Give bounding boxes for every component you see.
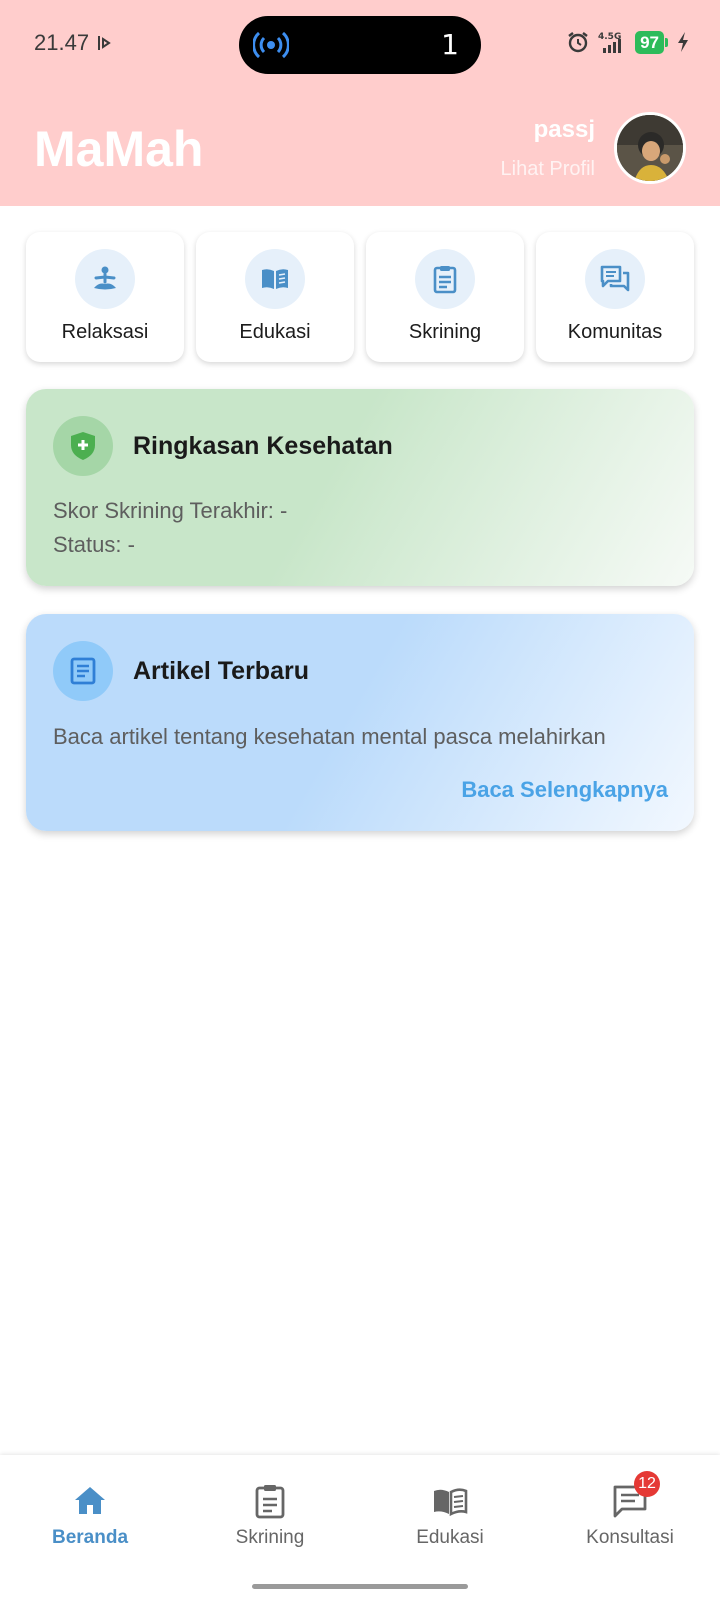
clipboard-icon <box>415 249 475 309</box>
alarm-icon <box>568 32 588 53</box>
notification-badge: 12 <box>634 1471 660 1497</box>
live-count: 1 <box>441 28 459 61</box>
menu-label-skrining: Skrining <box>408 321 482 343</box>
menu-label-edukasi: Edukasi <box>239 321 311 343</box>
app-header: MaMah passj Lihat Profil <box>0 92 720 206</box>
chat-icon: 12 <box>612 1471 660 1519</box>
charging-icon <box>678 32 688 52</box>
menu-card-komunitas[interactable]: Komunitas <box>536 232 694 362</box>
last-screening-score: Skor Skrining Terakhir: - <box>53 498 288 523</box>
status-bar: 21.47 1 4.5G 97 <box>0 0 720 92</box>
status-time-text: 21.47 <box>34 30 90 55</box>
nav-label-edukasi: Edukasi <box>416 1527 484 1548</box>
menu-label-komunitas: Komunitas <box>567 321 663 343</box>
app-title: MaMah <box>34 121 204 177</box>
quick-menu: Relaksasi Edukasi Skrining Komunitas <box>26 232 694 362</box>
book-icon <box>245 249 305 309</box>
health-summary-title: Ringkasan Kesehatan <box>133 432 393 460</box>
clipboard-icon <box>252 1483 288 1519</box>
nav-item-beranda[interactable]: Beranda <box>10 1483 170 1549</box>
latest-article-title: Artikel Terbaru <box>133 657 309 685</box>
menu-card-relaksasi[interactable]: Relaksasi <box>26 232 184 362</box>
nav-item-skrining[interactable]: Skrining <box>190 1483 350 1549</box>
health-summary-card[interactable]: Ringkasan Kesehatan Skor Skrining Terakh… <box>26 389 694 586</box>
read-more-link[interactable]: Baca Selengkapnya <box>461 777 668 803</box>
view-profile-link[interactable]: Lihat Profil <box>501 158 596 181</box>
meditation-icon <box>75 249 135 309</box>
latest-article-card[interactable]: Artikel Terbaru Baca artikel tentang kes… <box>26 614 694 831</box>
menu-label-relaksasi: Relaksasi <box>61 321 149 343</box>
health-status: Status: - <box>53 532 135 557</box>
menu-card-skrining[interactable]: Skrining <box>366 232 524 362</box>
health-shield-icon <box>53 416 113 476</box>
signal-icon: 4.5G <box>598 32 621 53</box>
notification-icon <box>98 36 111 50</box>
nav-item-edukasi[interactable]: Edukasi <box>370 1483 530 1549</box>
status-time: 21.47 <box>34 30 115 56</box>
nav-label-skrining: Skrining <box>235 1527 305 1548</box>
nav-label-beranda: Beranda <box>51 1527 129 1548</box>
book-icon <box>432 1483 468 1519</box>
latest-article-description: Baca artikel tentang kesehatan mental pa… <box>53 724 606 749</box>
nav-label-konsultasi: Konsultasi <box>586 1527 674 1548</box>
battery-indicator: 97 <box>635 30 668 54</box>
avatar[interactable] <box>614 112 686 184</box>
nav-item-konsultasi[interactable]: 12 Konsultasi <box>550 1471 710 1549</box>
chat-icon <box>585 249 645 309</box>
profile-username[interactable]: passj <box>534 116 595 144</box>
dynamic-island[interactable]: 1 <box>239 16 481 74</box>
svg-text:4.5G: 4.5G <box>598 32 621 42</box>
article-icon <box>53 641 113 701</box>
home-icon <box>72 1483 108 1519</box>
bottom-navigation: Beranda Skrining Edukasi 12 Konsultasi <box>0 1455 720 1600</box>
broadcast-icon <box>253 31 289 59</box>
status-icons: 4.5G 97 <box>567 30 690 54</box>
avatar-image <box>617 115 683 181</box>
home-indicator[interactable] <box>252 1584 468 1589</box>
menu-card-edukasi[interactable]: Edukasi <box>196 232 354 362</box>
